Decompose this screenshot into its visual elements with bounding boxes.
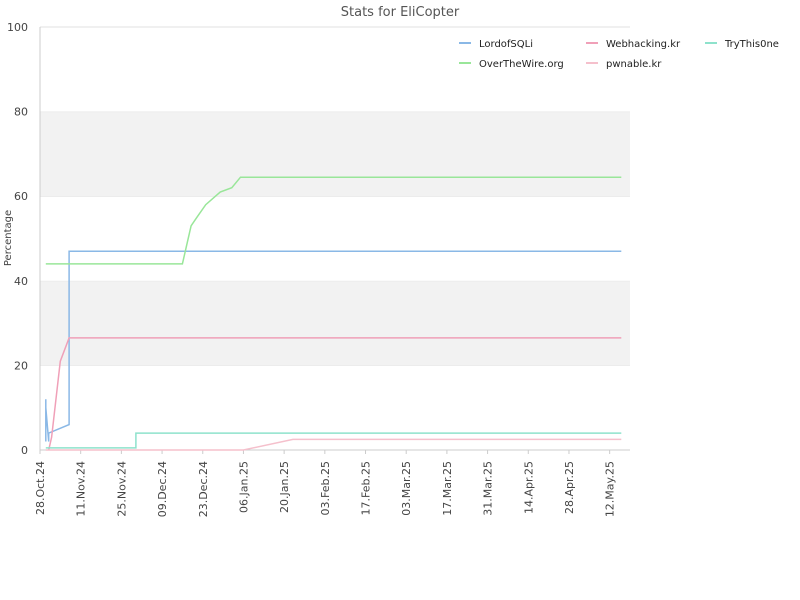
x-tick-label: 23.Dec.24 (197, 461, 210, 517)
legend-item-lordofsqli[interactable]: LordofSQLi (479, 39, 533, 50)
x-tick-label: 09.Dec.24 (156, 461, 169, 517)
x-tick-label: 12.May.25 (604, 461, 617, 517)
legend-item-pwnable-kr[interactable]: pwnable.kr (606, 59, 662, 70)
x-tick-label: 28.Apr.25 (563, 461, 576, 514)
y-tick-label: 20 (14, 359, 28, 372)
x-tick-label: 03.Feb.25 (319, 461, 332, 515)
legend-item-webhacking-kr[interactable]: Webhacking.kr (606, 39, 681, 50)
y-tick-label: 100 (7, 21, 28, 34)
y-tick-label: 80 (14, 106, 28, 119)
legend-item-trythis0ne[interactable]: TryThis0ne (724, 39, 779, 50)
x-tick-label: 31.Mar.25 (482, 461, 495, 516)
x-tick-label: 28.Oct.24 (34, 461, 47, 515)
grid-band (40, 111, 630, 197)
chart-title: Stats for EliCopter (341, 5, 460, 20)
x-tick-label: 03.Mar.25 (400, 461, 413, 516)
legend-item-overthewire-org[interactable]: OverTheWire.org (479, 59, 564, 70)
line-chart: Stats for EliCopter 0 20 40 60 80 100 28.Oct.… (3, 5, 779, 517)
grid-band (40, 365, 630, 450)
x-tick-label: 11.Nov.24 (75, 461, 88, 517)
grid-band (40, 196, 630, 281)
grid-bands (40, 26, 630, 450)
x-tick-label: 14.Apr.25 (522, 461, 535, 514)
y-tick-label: 0 (21, 444, 28, 457)
x-tick-label: 17.Mar.25 (441, 461, 454, 516)
x-tick-label: 25.Nov.24 (115, 461, 128, 517)
y-tick-label: 60 (14, 190, 28, 203)
y-tick-label: 40 (14, 275, 28, 288)
x-tick-label: 20.Jan.25 (278, 461, 291, 513)
x-tick-labels: 28.Oct.24 11.Nov.24 25.Nov.24 09.Dec.24 23.D… (34, 450, 617, 517)
grid-band (40, 280, 630, 366)
x-tick-label: 17.Feb.25 (360, 461, 373, 515)
x-tick-label: 06.Jan.25 (237, 461, 250, 513)
y-axis-label: Percentage (3, 210, 14, 266)
